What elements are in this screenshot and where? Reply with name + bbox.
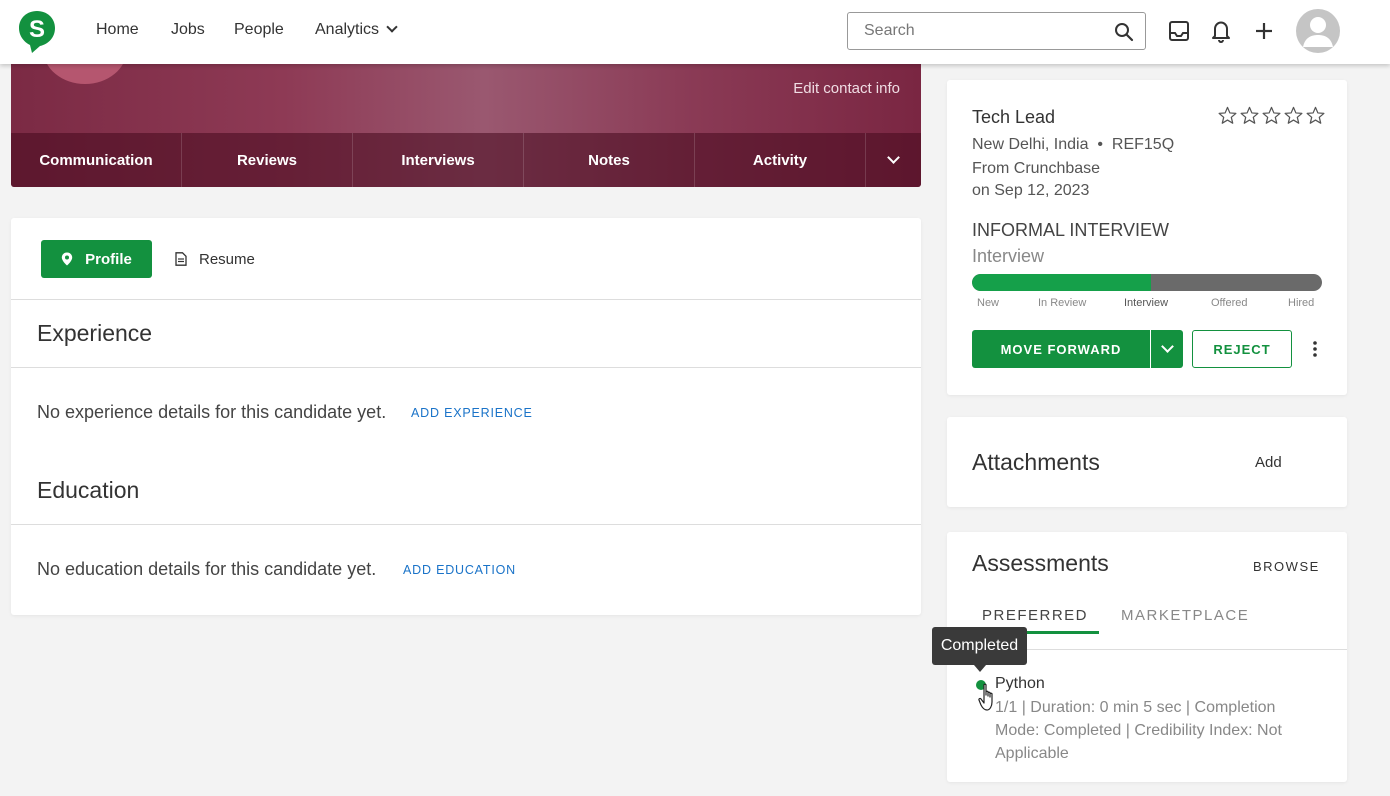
nav-analytics-menu[interactable]: Analytics bbox=[315, 21, 398, 39]
stage-label-new: New bbox=[977, 297, 1000, 309]
brand-logo-icon[interactable]: S bbox=[18, 10, 56, 54]
search-icon[interactable] bbox=[1114, 22, 1134, 42]
job-ref: REF15Q bbox=[1111, 136, 1175, 153]
stage-label-offered: Offered bbox=[1211, 297, 1248, 309]
star-icon[interactable] bbox=[1306, 106, 1325, 125]
nav-analytics-label: Analytics bbox=[315, 21, 380, 38]
stage-name: INFORMAL INTERVIEW bbox=[972, 220, 1170, 240]
star-icon[interactable] bbox=[1284, 106, 1303, 125]
resume-button[interactable]: Resume bbox=[175, 240, 255, 278]
tab-notes[interactable]: Notes bbox=[524, 133, 695, 187]
divider bbox=[11, 524, 921, 525]
top-nav: S Home Jobs People Analytics bbox=[0, 0, 1390, 64]
divider bbox=[11, 299, 921, 300]
education-empty-text: No education details for this candidate … bbox=[37, 559, 377, 579]
pin-icon bbox=[61, 252, 73, 266]
reject-button[interactable]: REJECT bbox=[1192, 330, 1292, 368]
job-title: Tech Lead bbox=[972, 107, 1056, 127]
stage-progress-fill bbox=[972, 274, 1151, 291]
tabs-more-button[interactable] bbox=[866, 133, 921, 187]
browse-assessments-button[interactable]: BROWSE bbox=[1253, 559, 1320, 574]
stage-progress-bar bbox=[972, 274, 1322, 291]
nav-home-link[interactable]: Home bbox=[96, 21, 139, 39]
experience-empty-text: No experience details for this candidate… bbox=[37, 402, 387, 422]
stage-label-in-review: In Review bbox=[1038, 297, 1087, 309]
candidate-tabs: Communication Reviews Interviews Notes A… bbox=[11, 133, 921, 187]
star-icon[interactable] bbox=[1218, 106, 1237, 125]
star-icon[interactable] bbox=[1240, 106, 1259, 125]
job-location: New Delhi, India bbox=[972, 136, 1089, 153]
stage-category: Interview bbox=[972, 246, 1045, 266]
chevron-down-icon bbox=[887, 150, 900, 164]
profile-button[interactable]: Profile bbox=[41, 240, 152, 278]
nav-jobs-link[interactable]: Jobs bbox=[171, 21, 205, 39]
search-input[interactable] bbox=[848, 13, 1098, 49]
edit-contact-link[interactable]: Edit contact info bbox=[793, 80, 900, 97]
tab-reviews[interactable]: Reviews bbox=[182, 133, 353, 187]
education-heading: Education bbox=[37, 477, 140, 503]
candidate-date: on Sep 12, 2023 bbox=[972, 182, 1090, 199]
add-education-link[interactable]: ADD EDUCATION bbox=[403, 563, 516, 577]
more-options-icon[interactable] bbox=[1310, 339, 1320, 359]
attachments-card: Attachments Add bbox=[947, 417, 1347, 507]
search-field[interactable] bbox=[847, 12, 1146, 50]
candidate-source: From Crunchbase bbox=[972, 160, 1101, 177]
job-location-line: New Delhi, India • REF15Q bbox=[972, 136, 1174, 154]
resume-button-label: Resume bbox=[199, 250, 255, 268]
document-icon bbox=[175, 252, 187, 266]
mouse-pointer-icon bbox=[978, 683, 993, 711]
move-forward-button[interactable]: MOVE FORWARD bbox=[972, 330, 1150, 368]
assessment-details: 1/1 | Duration: 0 min 5 sec | Completion… bbox=[995, 699, 1282, 762]
chevron-down-icon bbox=[386, 21, 398, 33]
add-experience-link[interactable]: ADD EXPERIENCE bbox=[411, 406, 533, 420]
plus-icon[interactable] bbox=[1252, 18, 1276, 44]
inbox-icon[interactable] bbox=[1167, 18, 1191, 44]
assessments-heading: Assessments bbox=[972, 550, 1109, 576]
user-avatar[interactable] bbox=[1296, 9, 1340, 53]
candidate-avatar bbox=[43, 64, 127, 84]
tab-interviews[interactable]: Interviews bbox=[353, 133, 524, 187]
tab-activity[interactable]: Activity bbox=[695, 133, 866, 187]
assessment-name[interactable]: Python bbox=[995, 675, 1045, 693]
stage-label-interview: Interview bbox=[1124, 297, 1169, 309]
nav-people-link[interactable]: People bbox=[234, 21, 284, 39]
divider bbox=[11, 367, 921, 368]
star-icon[interactable] bbox=[1262, 106, 1281, 125]
status-tooltip: Completed bbox=[932, 627, 1027, 672]
rating-stars[interactable] bbox=[1218, 106, 1325, 125]
profile-button-label: Profile bbox=[85, 250, 132, 268]
profile-card: Profile Resume Experience No experience … bbox=[11, 218, 921, 615]
experience-heading: Experience bbox=[37, 320, 153, 346]
user-icon bbox=[1303, 17, 1333, 47]
candidate-header-banner: Edit contact info Communication Reviews … bbox=[11, 64, 921, 187]
chevron-down-icon bbox=[1160, 339, 1174, 353]
tab-communication[interactable]: Communication bbox=[11, 133, 182, 187]
attachments-heading: Attachments bbox=[972, 449, 1100, 475]
move-forward-dropdown[interactable] bbox=[1151, 330, 1183, 368]
tab-marketplace[interactable]: MARKETPLACE bbox=[1121, 607, 1249, 634]
job-stage-card: Tech Lead New Delhi, India • REF15Q From… bbox=[947, 80, 1347, 395]
add-attachment-button[interactable]: Add bbox=[1255, 454, 1282, 471]
bell-icon[interactable] bbox=[1209, 18, 1233, 44]
stage-label-hired: Hired bbox=[1288, 297, 1315, 309]
svg-text:S: S bbox=[29, 16, 45, 43]
bullet-separator: • bbox=[1092, 136, 1108, 153]
